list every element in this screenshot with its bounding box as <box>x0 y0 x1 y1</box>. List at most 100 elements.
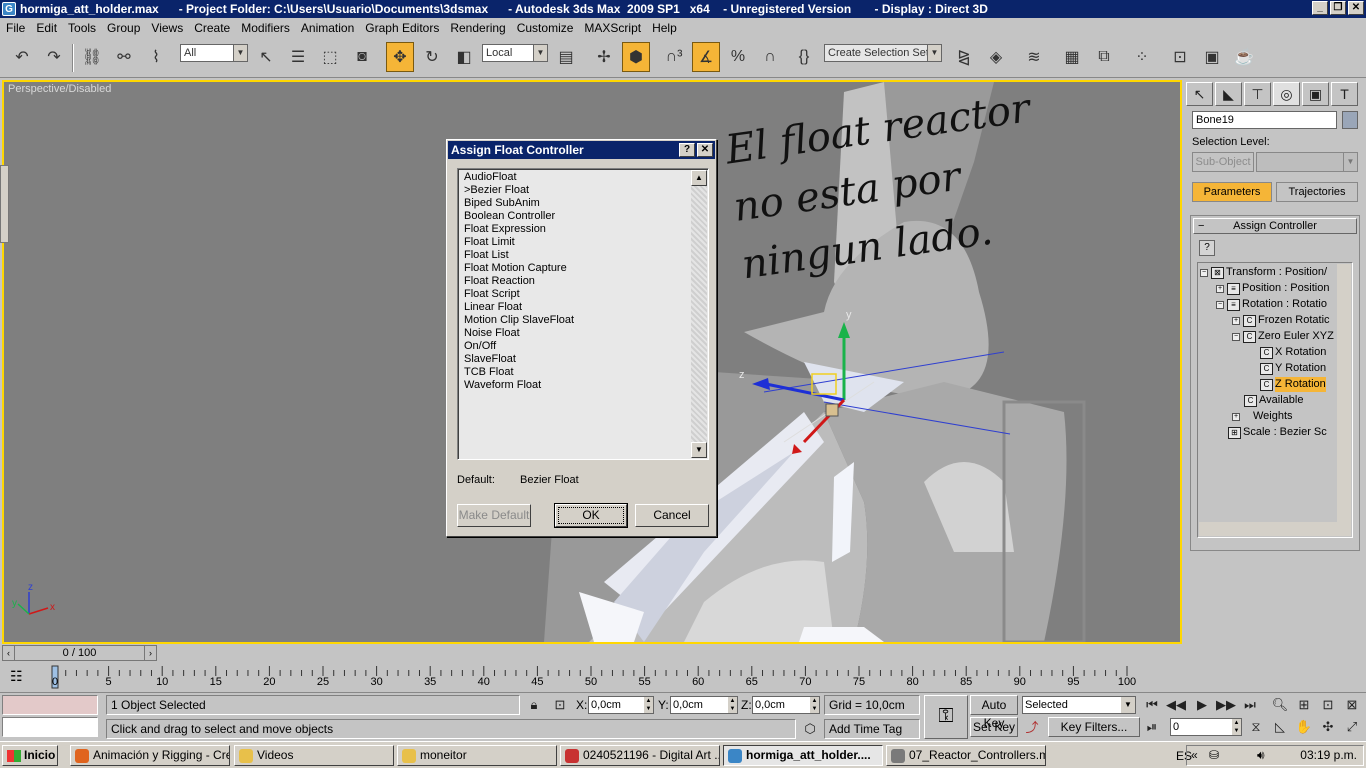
named-selection-dropdown[interactable]: Create Selection Set ▼ <box>824 44 942 62</box>
selection-filter-dropdown[interactable]: All ▼ <box>180 44 248 62</box>
list-item[interactable]: On/Off <box>464 340 574 353</box>
list-item[interactable]: Float List <box>464 249 574 262</box>
menu-animation[interactable]: Animation <box>301 21 354 35</box>
utilities-icon[interactable]: T <box>1331 82 1358 106</box>
trajectories-button[interactable]: Trajectories <box>1276 182 1358 202</box>
zoom-icon[interactable]: 🔍︎ <box>1270 695 1290 715</box>
maxscript-listener-mini[interactable] <box>2 695 98 715</box>
menu-graph-editors[interactable]: Graph Editors <box>365 21 439 35</box>
tree-item[interactable]: + C Frozen Rotatic <box>1232 313 1330 328</box>
list-item[interactable]: Float Expression <box>464 223 574 236</box>
tree-item[interactable]: C Y Rotation <box>1260 361 1326 376</box>
menu-maxscript[interactable]: MAXScript <box>584 21 641 35</box>
time-configuration-icon[interactable]: ⧖ <box>1246 717 1266 737</box>
taskbar-item[interactable]: 07_Reactor_Controllers.m... <box>886 745 1046 766</box>
display-icon[interactable]: ▣ <box>1302 82 1329 106</box>
track-bar[interactable]: ☷ 0 5 10 15 20 25 30 35 40 45 50 55 60 65 70 75 80 85 90 95… <box>0 664 1182 692</box>
undo-icon[interactable]: ↶ <box>8 42 36 72</box>
layer-manager-icon[interactable]: ≋ <box>1020 42 1048 72</box>
object-color-swatch[interactable] <box>1342 111 1358 129</box>
taskbar-item[interactable]: moneitor <box>397 745 557 766</box>
current-frame-field[interactable]: 0 ▲ ▼ <box>1170 718 1242 736</box>
tree-horizontal-scrollbar[interactable] <box>1199 522 1351 536</box>
list-item[interactable]: Float Reaction <box>464 275 574 288</box>
schematic-view-icon[interactable]: ⧉ <box>1090 42 1118 72</box>
cancel-button[interactable]: Cancel <box>635 504 709 527</box>
menu-tools[interactable]: Tools <box>68 21 96 35</box>
object-name-field[interactable]: Bone19 <box>1192 111 1337 129</box>
key-mode-toggle-icon[interactable]: ⏯ <box>1142 717 1162 737</box>
orbit-icon[interactable]: ✣ <box>1318 717 1338 737</box>
unlink-icon[interactable]: ⚯ <box>110 42 138 72</box>
y-coordinate-field[interactable]: 0,0cm ▲ ▼ <box>670 696 738 714</box>
tree-toggle-icon[interactable]: − <box>1200 268 1208 277</box>
select-by-name-icon[interactable]: ☰ <box>284 42 312 72</box>
go-to-start-icon[interactable]: ⏮ <box>1142 695 1162 715</box>
key-tangent-icon[interactable]: ⤴ <box>1022 718 1042 738</box>
ok-button[interactable]: OK <box>555 504 627 527</box>
tree-item[interactable]: − ⊠ Transform : Position/ <box>1200 265 1327 280</box>
tree-toggle-icon[interactable]: + <box>1232 412 1240 421</box>
key-mode-dropdown[interactable]: Selected ▼ <box>1022 696 1136 714</box>
mirror-icon[interactable]: ⧎ <box>950 42 978 72</box>
set-key-button[interactable]: Set Key <box>970 717 1018 737</box>
minimize-button[interactable]: _ <box>1312 1 1328 15</box>
spinner-icon[interactable]: ▲ ▼ <box>810 697 819 713</box>
edit-named-sets-icon[interactable]: {} <box>790 42 818 72</box>
modify-icon[interactable]: ◣ <box>1215 82 1242 106</box>
side-flyout-handle[interactable] <box>0 165 9 243</box>
scale-icon[interactable]: ◧ <box>450 42 478 72</box>
snaps-icon[interactable]: ∡ <box>692 42 720 72</box>
clock[interactable]: 03:19 p.m. <box>1300 746 1357 765</box>
tree-item[interactable]: − ≡ Rotation : Rotatio <box>1216 297 1327 312</box>
list-item[interactable]: Linear Float <box>464 301 574 314</box>
menu-help[interactable]: Help <box>652 21 677 35</box>
time-tag-icon[interactable]: ⬡ <box>800 719 820 739</box>
render-setup-icon[interactable]: ⊡ <box>1166 42 1194 72</box>
menu-group[interactable]: Group <box>107 21 140 35</box>
prev-frame-icon[interactable]: ‹ <box>3 646 15 660</box>
restore-button[interactable]: ❐ <box>1330 1 1346 15</box>
taskbar-item-active[interactable]: hormiga_att_holder.... <box>723 745 883 766</box>
go-to-end-icon[interactable]: ⏭ <box>1240 695 1260 715</box>
reference-coord-dropdown[interactable]: Local ▼ <box>482 44 548 62</box>
redo-icon[interactable]: ↷ <box>40 42 68 72</box>
tree-item[interactable]: − C Zero Euler XYZ <box>1232 329 1334 344</box>
taskbar-item[interactable]: 0240521196 - Digital Art ... <box>560 745 720 766</box>
absolute-mode-icon[interactable]: ⊡ <box>550 695 570 715</box>
key-icon[interactable]: ⚿ <box>924 695 968 739</box>
start-button[interactable]: Inicio <box>2 745 58 766</box>
x-coordinate-field[interactable]: 0,0cm ▲ ▼ <box>588 696 654 714</box>
next-frame-icon[interactable]: › <box>144 646 156 660</box>
key-filters-button[interactable]: Key Filters... <box>1048 717 1140 737</box>
list-item[interactable]: AudioFloat <box>464 171 574 184</box>
taskbar-item[interactable]: Animación y Rigging - Cre... <box>70 745 230 766</box>
curve-editor-icon[interactable]: ▦ <box>1058 42 1086 72</box>
spinner-icon[interactable]: ▲ ▼ <box>728 697 737 713</box>
select-icon[interactable]: ↖ <box>252 42 280 72</box>
lock-selection-icon[interactable]: 🔒︎ <box>524 695 544 715</box>
list-item[interactable]: Float Motion Capture <box>464 262 574 275</box>
tree-item[interactable]: ⊞ Scale : Bezier Sc <box>1228 425 1327 440</box>
spinner-icon[interactable]: ▲ ▼ <box>1232 719 1241 735</box>
rendered-frame-icon[interactable]: ▣ <box>1198 42 1226 72</box>
assign-controller-button[interactable]: ? <box>1199 240 1215 256</box>
next-frame-icon[interactable]: ▶▶ <box>1216 695 1236 715</box>
tree-toggle-icon[interactable]: + <box>1216 284 1224 293</box>
align-icon[interactable]: ◈ <box>982 42 1010 72</box>
list-item[interactable]: Boolean Controller <box>464 210 574 223</box>
angle-snap-icon[interactable]: ∩³ <box>660 42 688 72</box>
pivot-icon[interactable]: ▤ <box>552 42 580 72</box>
menu-customize[interactable]: Customize <box>517 21 574 35</box>
spinner-icon[interactable]: ▲ ▼ <box>644 697 653 713</box>
field-of-view-icon[interactable]: ◺ <box>1270 717 1290 737</box>
bind-space-warp-icon[interactable]: ⌇ <box>142 42 170 72</box>
list-item[interactable]: TCB Float <box>464 366 574 379</box>
menu-rendering[interactable]: Rendering <box>450 21 505 35</box>
controller-tree[interactable]: − ⊠ Transform : Position/ + ≡ Position :… <box>1197 262 1353 538</box>
controller-list[interactable]: AudioFloat >Bezier Float Biped SubAnim B… <box>457 168 709 460</box>
parameters-button[interactable]: Parameters <box>1192 182 1272 202</box>
sub-object-dropdown[interactable]: ▼ <box>1256 152 1358 172</box>
maxscript-input[interactable] <box>2 717 98 737</box>
list-item[interactable]: Float Limit <box>464 236 574 249</box>
